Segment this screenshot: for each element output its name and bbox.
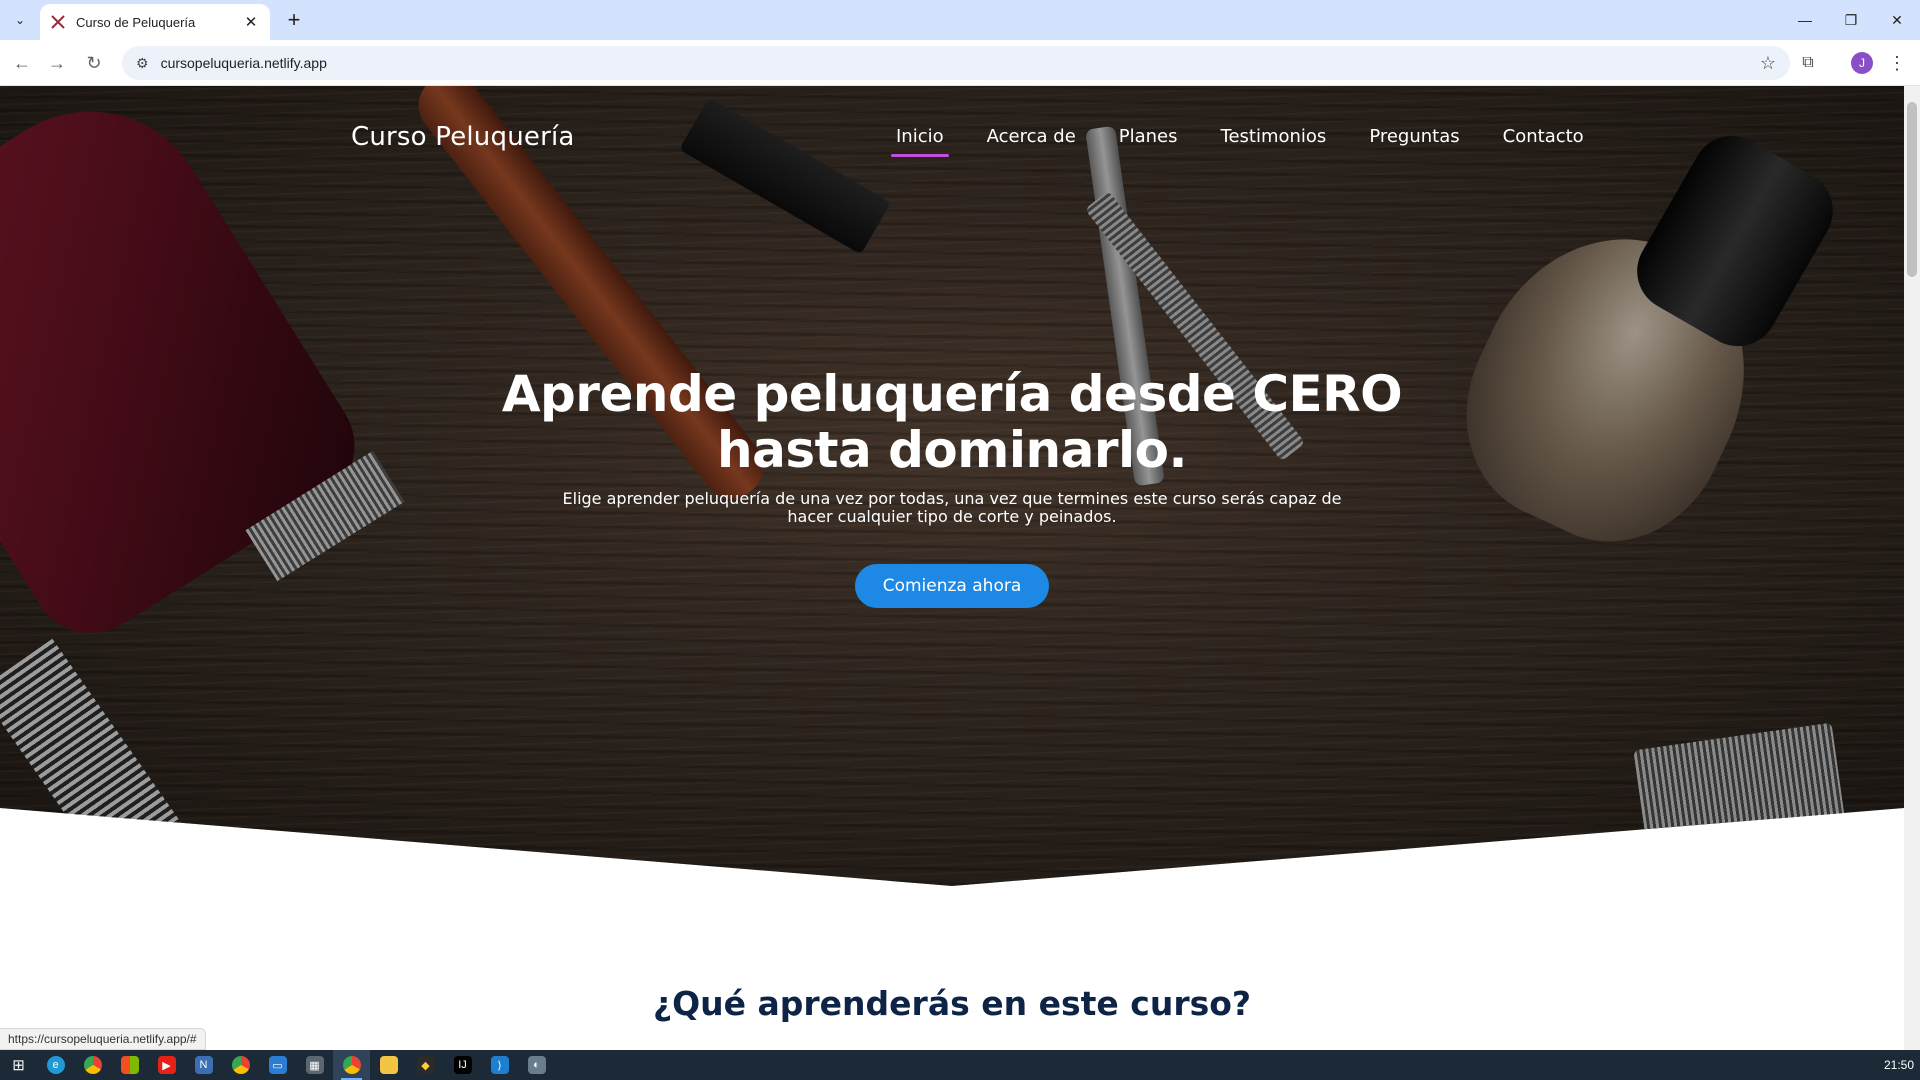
new-tab-button[interactable]: + xyxy=(280,6,308,34)
page-scrollbar[interactable] xyxy=(1904,86,1920,1050)
nav-acerca-de[interactable]: Acerca de xyxy=(987,126,1076,147)
nav-inicio[interactable]: Inicio xyxy=(891,126,949,157)
hero-title-line-2: hasta dominarlo. xyxy=(716,421,1188,479)
url-text[interactable]: cursopeluqueria.netlify.app xyxy=(161,55,1760,71)
browser-tab-bar: ⌄ Curso de Peluquería ✕ + — ❐ ✕ xyxy=(0,0,1920,40)
section-title: ¿Qué aprenderás en este curso? xyxy=(652,984,1252,1023)
start-icon[interactable]: ⊞ xyxy=(0,1050,37,1080)
youtube-icon[interactable]: ▶ xyxy=(148,1050,185,1080)
forward-icon[interactable]: → xyxy=(43,49,71,77)
hero-title: Aprende peluquería desde CERO hasta domi… xyxy=(0,366,1904,478)
file-explorer-icon[interactable] xyxy=(370,1050,407,1080)
chrome-icon[interactable] xyxy=(333,1050,370,1080)
back-icon[interactable]: ← xyxy=(8,49,36,77)
reload-icon[interactable]: ↻ xyxy=(80,49,108,77)
hero-overlay xyxy=(0,86,1904,886)
intellij-icon[interactable]: IJ xyxy=(444,1050,481,1080)
remote-desktop-icon[interactable]: ▭ xyxy=(259,1050,296,1080)
link-status-bubble: https://cursopeluqueria.netlify.app/# xyxy=(0,1028,206,1050)
nav-preguntas[interactable]: Preguntas xyxy=(1369,126,1459,147)
nav-planes[interactable]: Planes xyxy=(1119,126,1178,147)
site-navigation: Inicio Acerca de Planes Testimonios Preg… xyxy=(891,126,1627,157)
edge-icon[interactable]: e xyxy=(37,1050,74,1080)
taskbar-clock[interactable]: 21:50 xyxy=(1884,1050,1914,1080)
close-window-button[interactable]: ✕ xyxy=(1874,0,1920,40)
nav-testimonios[interactable]: Testimonios xyxy=(1221,126,1327,147)
extensions-icon[interactable]: ⧉ xyxy=(1795,50,1821,76)
site-info-icon[interactable]: ⚙ xyxy=(136,55,149,72)
comienza-ahora-button[interactable]: Comienza ahora xyxy=(855,564,1049,608)
address-bar[interactable]: ⚙ cursopeluqueria.netlify.app ☆ xyxy=(122,46,1790,80)
chrome-icon[interactable] xyxy=(74,1050,111,1080)
git-icon[interactable]: ◆ xyxy=(407,1050,444,1080)
windows-taskbar: ⊞ e ▶ N ▭ ▦ ◆ IJ ⟩ ◐ 21:50 xyxy=(0,1050,1920,1080)
hero-section: Curso Peluquería Inicio Acerca de Planes… xyxy=(0,86,1904,886)
browser-menu-icon[interactable]: ⋮ xyxy=(1886,50,1908,76)
tab-close-icon[interactable]: ✕ xyxy=(242,13,260,31)
app-icon[interactable]: N xyxy=(185,1050,222,1080)
app-icon[interactable]: ◐ xyxy=(518,1050,555,1080)
bookmark-star-icon[interactable]: ☆ xyxy=(1760,53,1776,74)
hero-title-line-1: Aprende peluquería desde CERO xyxy=(501,365,1403,423)
site-logo[interactable]: Curso Peluquería xyxy=(351,122,575,152)
window-controls: — ❐ ✕ xyxy=(1782,0,1920,40)
page-viewport: Curso Peluquería Inicio Acerca de Planes… xyxy=(0,86,1920,1050)
tab-title: Curso de Peluquería xyxy=(76,14,196,30)
nav-contacto[interactable]: Contacto xyxy=(1503,126,1584,147)
restore-button[interactable]: ❐ xyxy=(1828,0,1874,40)
scissors-favicon-icon xyxy=(51,15,65,29)
tab-search-button[interactable]: ⌄ xyxy=(8,8,32,32)
vscode-icon[interactable]: ⟩ xyxy=(481,1050,518,1080)
store-icon[interactable] xyxy=(111,1050,148,1080)
browser-toolbar: ← → ↻ ⚙ cursopeluqueria.netlify.app ☆ ⧉ … xyxy=(0,40,1920,86)
calculator-icon[interactable]: ▦ xyxy=(296,1050,333,1080)
hero-subtitle: Elige aprender peluquería de una vez por… xyxy=(562,489,1342,526)
browser-tab[interactable]: Curso de Peluquería ✕ xyxy=(40,4,270,40)
minimize-button[interactable]: — xyxy=(1782,0,1828,40)
profile-avatar[interactable]: J xyxy=(1851,52,1873,74)
chrome-icon[interactable] xyxy=(222,1050,259,1080)
scrollbar-thumb[interactable] xyxy=(1907,102,1917,277)
